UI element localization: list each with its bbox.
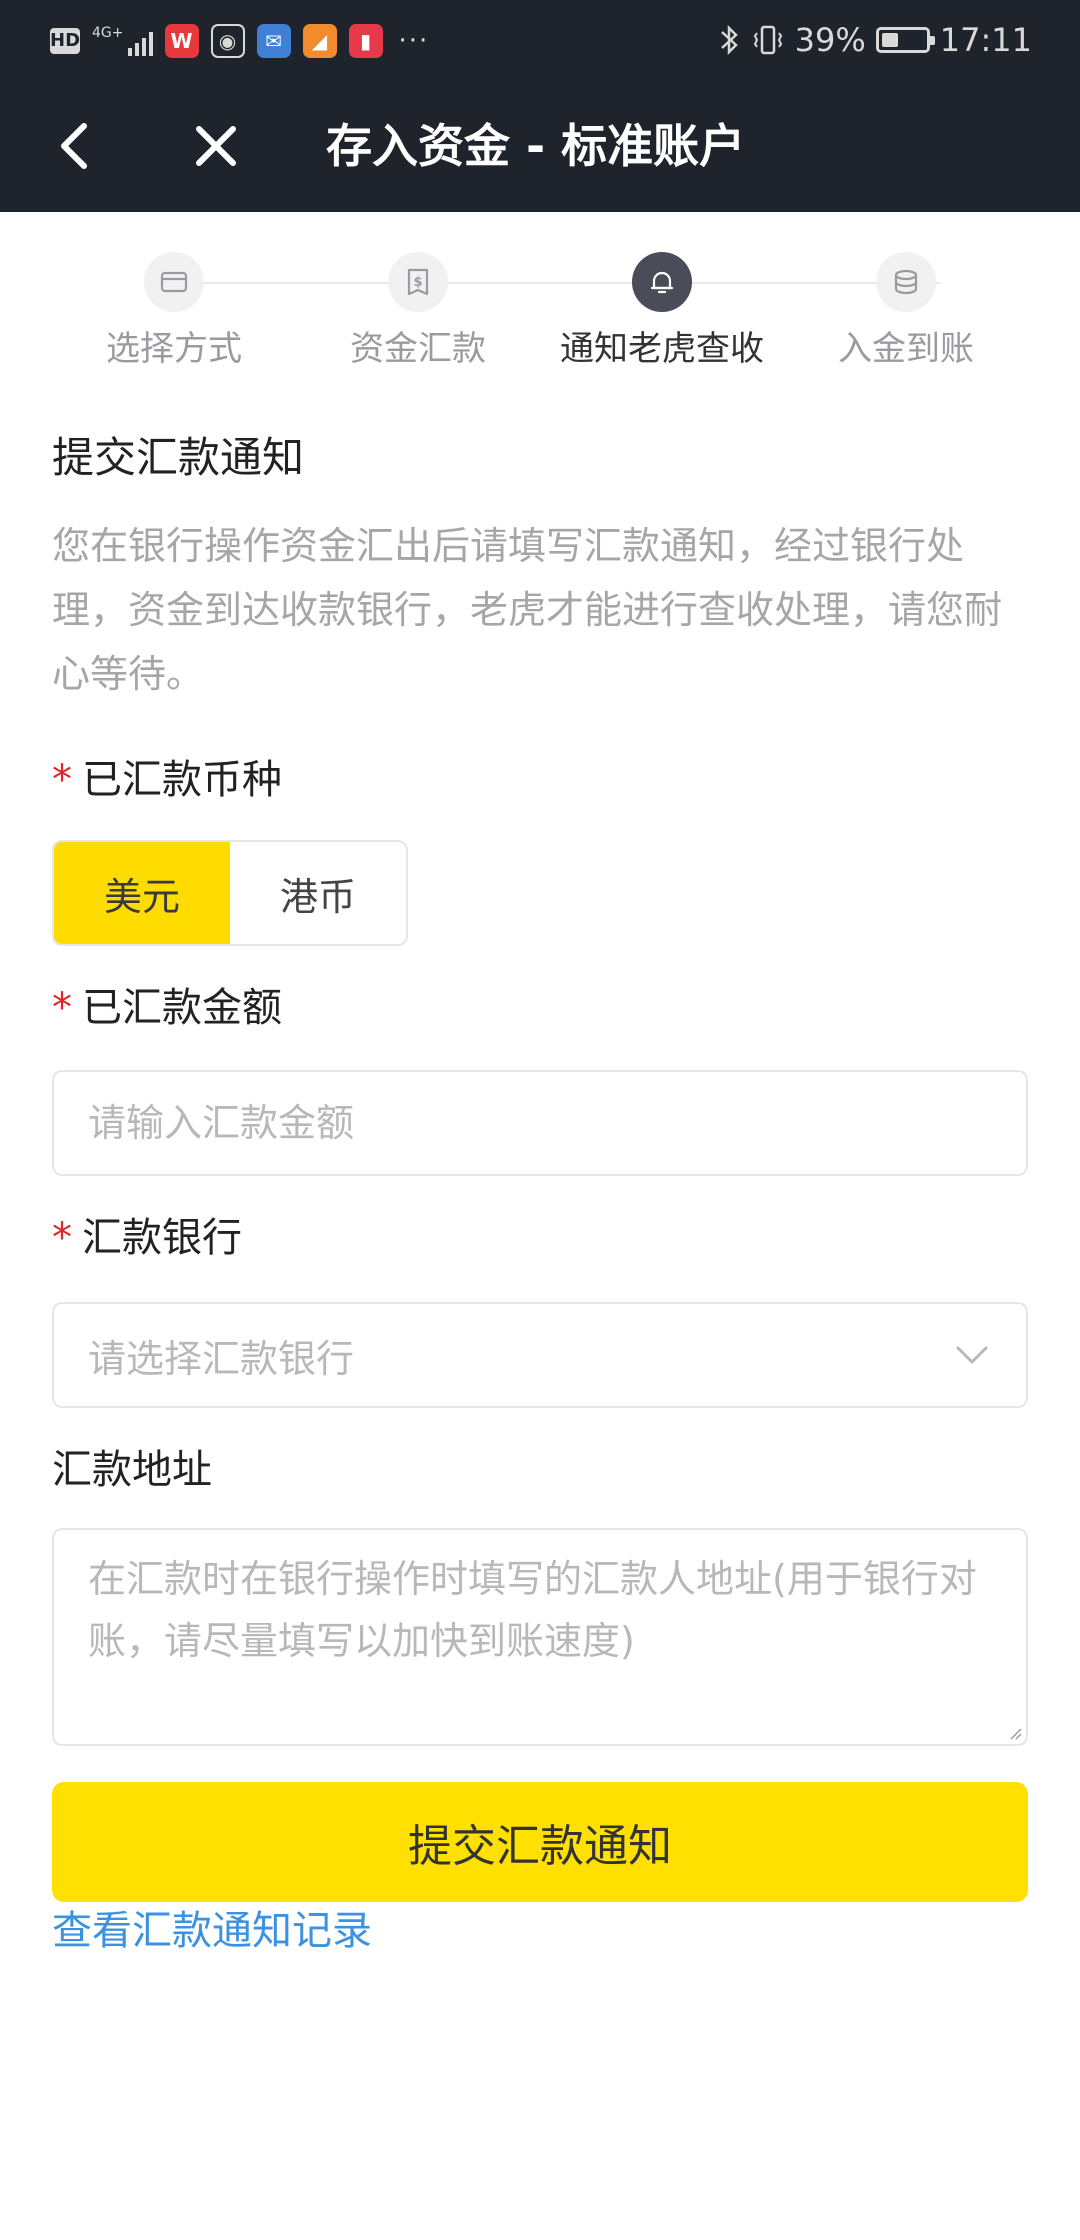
mail-app-icon: ✉ bbox=[256, 24, 291, 58]
currency-field-label: * 已汇款币种 bbox=[52, 752, 282, 808]
clock: 17:11 bbox=[939, 21, 1032, 59]
wps-app-icon: W bbox=[164, 24, 199, 58]
step-circle bbox=[876, 252, 936, 312]
address-label-text: 汇款地址 bbox=[52, 1447, 212, 1493]
browser-app-icon: ◉ bbox=[210, 24, 245, 58]
section-description: 您在银行操作资金汇出后请填写汇款通知，经过银行处理，资金到达收款银行，老虎才能进… bbox=[52, 524, 1003, 696]
progress-steps: 选择方式 $ 资金汇款 通知老虎查收 入金到账 bbox=[0, 212, 1080, 412]
required-mark: * bbox=[52, 985, 72, 1031]
section-title: 提交汇款通知 bbox=[52, 433, 305, 482]
bank-field-label: * 汇款银行 bbox=[52, 1210, 242, 1266]
step-label: 选择方式 bbox=[106, 329, 242, 369]
status-bar-left: HD 4G+ W ◉ ✉ ◢ ▮ ··· bbox=[50, 20, 429, 62]
bank-select-placeholder: 请选择汇款银行 bbox=[88, 1336, 355, 1381]
card-icon bbox=[160, 271, 188, 293]
bank-label-text: 汇款银行 bbox=[82, 1215, 242, 1261]
bank-select[interactable]: 请选择汇款银行 bbox=[52, 1302, 1028, 1408]
network-indicator: 4G+ bbox=[92, 26, 153, 56]
currency-option-hkd[interactable]: 港币 bbox=[230, 842, 406, 944]
step-remittance: $ 资金汇款 bbox=[298, 252, 538, 372]
battery-level-fill bbox=[881, 33, 898, 47]
currency-option-usd[interactable]: 美元 bbox=[54, 842, 230, 944]
step-circle: $ bbox=[388, 252, 448, 312]
coin-stack-icon bbox=[894, 269, 918, 295]
amount-label-text: 已汇款金额 bbox=[82, 985, 282, 1031]
currency-selector: 美元 港币 bbox=[52, 840, 408, 946]
chevron-down-icon bbox=[952, 1335, 992, 1375]
amount-input[interactable] bbox=[88, 1101, 992, 1145]
required-mark: * bbox=[52, 1215, 72, 1261]
address-textarea[interactable] bbox=[54, 1530, 1026, 1744]
step-label: 通知老虎查收 bbox=[560, 329, 764, 369]
close-icon bbox=[196, 126, 236, 166]
book-app-icon: ▮ bbox=[348, 24, 383, 58]
nav-bar: 存入资金 - 标准账户 bbox=[0, 80, 1080, 212]
status-bar-right: 39% 17:11 bbox=[719, 18, 1032, 62]
more-notifications-icon: ··· bbox=[398, 26, 430, 56]
battery-icon bbox=[875, 27, 935, 53]
address-textarea-box bbox=[52, 1528, 1028, 1746]
dollar-doc-icon: $ bbox=[407, 268, 429, 296]
hd-indicator: HD bbox=[50, 28, 80, 54]
bluetooth-icon bbox=[720, 24, 738, 56]
view-notification-history-link[interactable]: 查看汇款通知记录 bbox=[52, 1902, 372, 1960]
submit-notification-button[interactable]: 提交汇款通知 bbox=[52, 1782, 1028, 1902]
svg-text:$: $ bbox=[413, 275, 422, 290]
battery-percent: 39% bbox=[794, 21, 866, 59]
required-mark: * bbox=[52, 757, 72, 803]
vibrate-icon bbox=[753, 25, 782, 55]
step-circle bbox=[144, 252, 204, 312]
address-field-label: 汇款地址 bbox=[52, 1442, 212, 1498]
currency-label-text: 已汇款币种 bbox=[82, 757, 282, 803]
step-notify-tiger: 通知老虎查收 bbox=[542, 252, 782, 372]
status-bar: HD 4G+ W ◉ ✉ ◢ ▮ ··· 39% 17:11 bbox=[0, 0, 1080, 80]
resize-handle-icon[interactable] bbox=[1008, 1726, 1022, 1740]
network-type: 4G+ bbox=[92, 25, 124, 41]
amount-field-label: * 已汇款金额 bbox=[52, 980, 282, 1036]
chevron-left-icon bbox=[61, 123, 87, 169]
signal-icon bbox=[127, 30, 153, 56]
page-title: 存入资金 - 标准账户 bbox=[326, 119, 746, 173]
back-button[interactable] bbox=[44, 116, 104, 176]
step-funds-arrived: 入金到账 bbox=[786, 252, 1026, 372]
step-label: 资金汇款 bbox=[350, 329, 486, 369]
step-label: 入金到账 bbox=[838, 329, 974, 369]
orange-app-icon: ◢ bbox=[302, 24, 337, 58]
step-circle bbox=[632, 252, 692, 312]
amount-input-box bbox=[52, 1070, 1028, 1176]
bell-icon bbox=[650, 271, 674, 294]
step-select-method: 选择方式 bbox=[54, 252, 294, 372]
close-button[interactable] bbox=[186, 116, 246, 176]
